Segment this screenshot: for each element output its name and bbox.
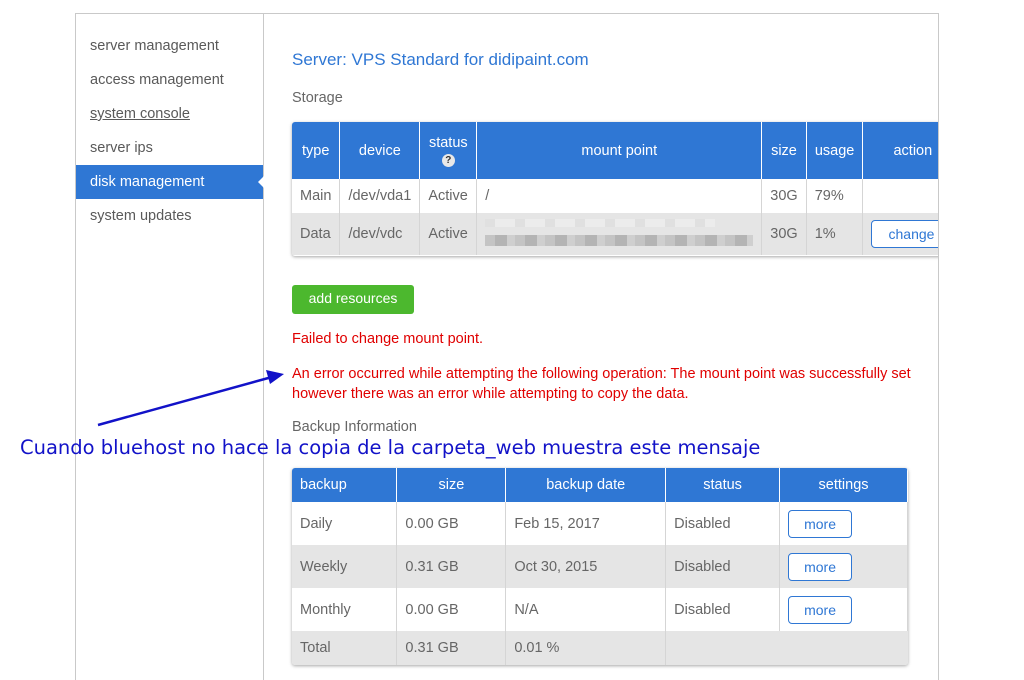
arrow-head — [266, 370, 284, 384]
arrow-line — [97, 375, 273, 427]
annotation-text: Cuando bluehost no hace la copia de la c… — [20, 436, 761, 459]
annotation-arrow — [97, 370, 284, 427]
